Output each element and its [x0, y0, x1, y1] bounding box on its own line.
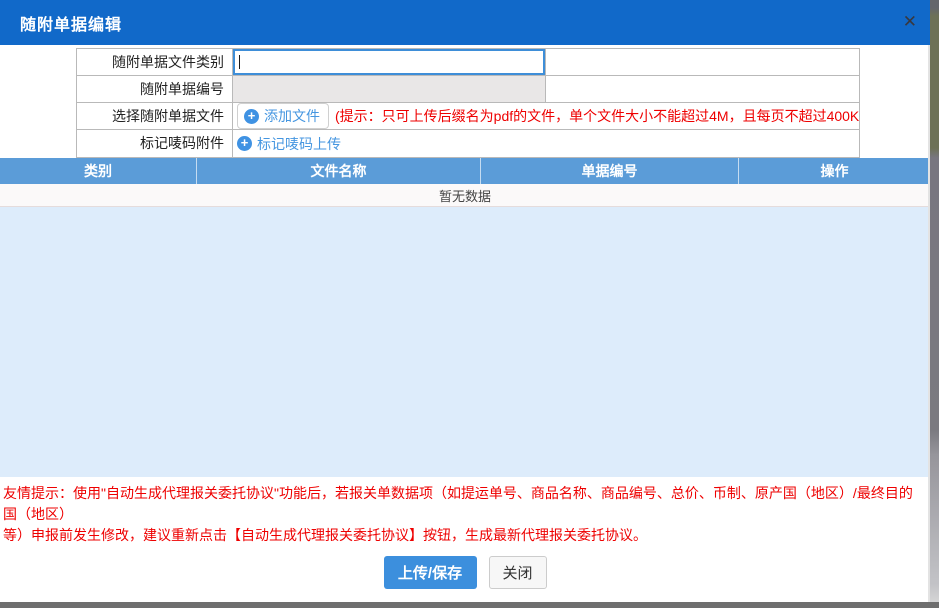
- form-row-filler: [546, 76, 859, 102]
- form-row-doc-number: 随附单据编号: [77, 76, 859, 103]
- background-bottom-strip: [0, 602, 939, 608]
- column-header-category: 类别: [0, 158, 196, 184]
- plus-circle-icon: +: [244, 109, 259, 124]
- attached-documents-edit-dialog: 随附单据编辑 ✕ 随附单据文件类别 随附单据编号 选择随附单据文件 + 添加文件: [0, 0, 939, 608]
- mark-code-upload-link[interactable]: + 标记唛码上传: [237, 134, 341, 154]
- doc-number-field-cell: [233, 76, 546, 102]
- upload-hint-text: (提示：只可上传后缀名为pdf的文件，单个文件大小不能超过4M，且每页不超过40…: [335, 106, 859, 126]
- form-row-doc-type: 随附单据文件类别: [77, 49, 859, 76]
- doc-type-input[interactable]: [233, 49, 545, 75]
- notice-line-2: 等）申报前发生修改，建议重新点击【自动生成代理报关委托协议】按钮，生成最新代理报…: [3, 525, 926, 546]
- dialog-footer: 上传/保存 关闭: [0, 556, 930, 589]
- doc-type-label: 随附单据文件类别: [77, 49, 233, 75]
- plus-circle-icon: +: [237, 136, 252, 151]
- mark-code-field-cell: + 标记唛码上传: [233, 130, 859, 157]
- upload-save-button[interactable]: 上传/保存: [384, 556, 477, 589]
- close-button[interactable]: 关闭: [489, 556, 547, 589]
- form-row-filler: [546, 49, 859, 75]
- dialog-titlebar: 随附单据编辑: [0, 0, 930, 45]
- column-header-doc-number: 单据编号: [480, 158, 738, 184]
- attachment-form: 随附单据文件类别 随附单据编号 选择随附单据文件 + 添加文件 (提示：只可上传…: [76, 48, 860, 158]
- friendly-notice: 友情提示：使用"自动生成代理报关委托协议"功能后，若报关单数据项（如提运单号、商…: [0, 479, 930, 546]
- doc-number-label: 随附单据编号: [77, 76, 233, 102]
- column-header-actions: 操作: [738, 158, 930, 184]
- text-caret: [239, 55, 240, 69]
- select-file-label: 选择随附单据文件: [77, 103, 233, 129]
- notice-line-1: 友情提示：使用"自动生成代理报关委托协议"功能后，若报关单数据项（如提运单号、商…: [3, 483, 926, 525]
- no-data-text: 暂无数据: [439, 186, 491, 205]
- close-icon[interactable]: ✕: [903, 13, 917, 30]
- form-row-select-file: 选择随附单据文件 + 添加文件 (提示：只可上传后缀名为pdf的文件，单个文件大…: [77, 103, 859, 130]
- attachment-table-header: 类别 文件名称 单据编号 操作: [0, 158, 930, 184]
- doc-type-field-cell: [233, 49, 546, 75]
- table-empty-row: 暂无数据: [0, 184, 930, 207]
- dialog-title: 随附单据编辑: [0, 11, 122, 35]
- form-row-mark-code: 标记唛码附件 + 标记唛码上传: [77, 130, 859, 157]
- doc-number-input: [233, 76, 545, 102]
- select-file-field-cell: + 添加文件 (提示：只可上传后缀名为pdf的文件，单个文件大小不能超过4M，且…: [233, 103, 859, 129]
- background-right-strip: [930, 0, 939, 608]
- add-file-button-label: 添加文件: [264, 106, 320, 126]
- column-header-filename: 文件名称: [196, 158, 480, 184]
- mark-code-label: 标记唛码附件: [77, 130, 233, 157]
- add-file-button[interactable]: + 添加文件: [237, 103, 329, 129]
- table-body-empty-area: [0, 207, 928, 477]
- mark-code-upload-label: 标记唛码上传: [257, 134, 341, 154]
